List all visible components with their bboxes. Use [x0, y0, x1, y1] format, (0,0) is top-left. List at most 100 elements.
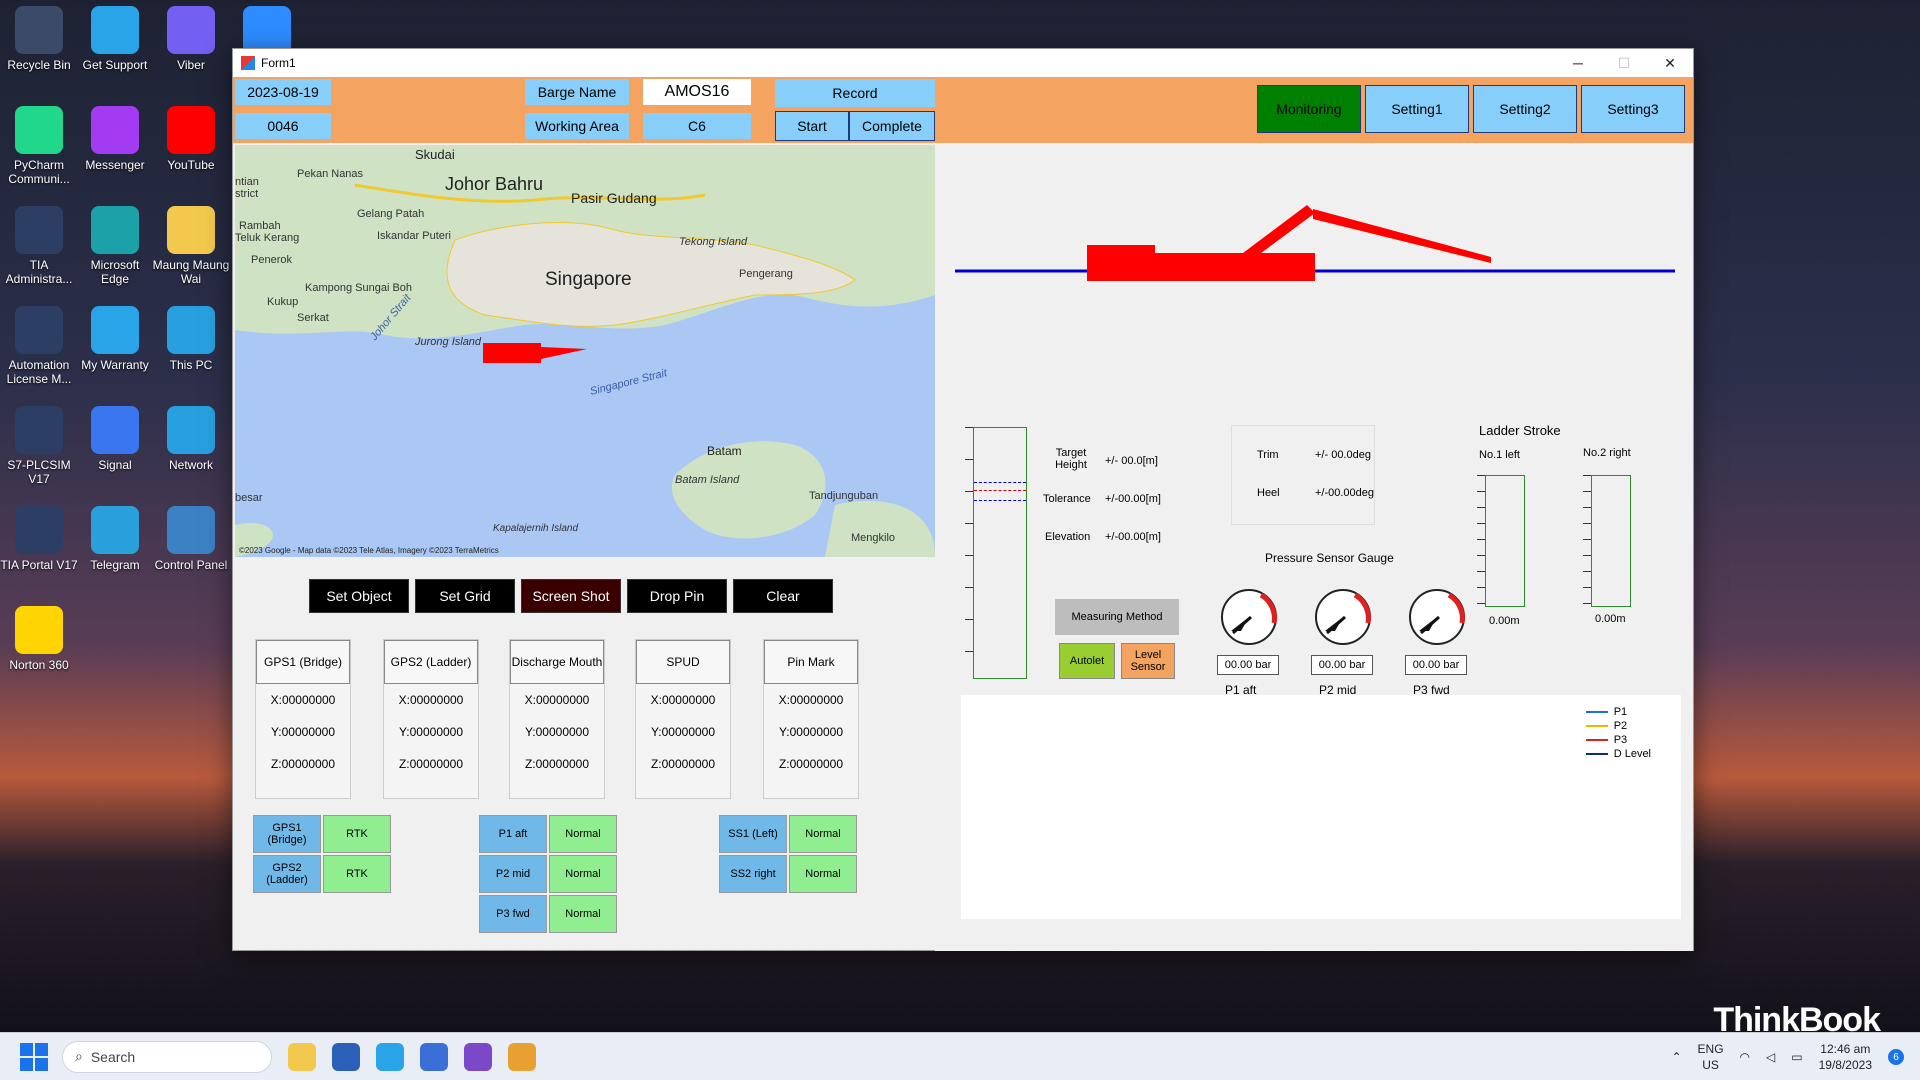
desktop-icon[interactable]: Network [152, 406, 230, 472]
language-indicator[interactable]: ENG US [1698, 1041, 1724, 1073]
svg-text:Tandjunguban: Tandjunguban [809, 490, 878, 502]
file-explorer-icon[interactable] [288, 1042, 316, 1071]
desktop-icon[interactable]: Telegram [76, 506, 154, 572]
legend-item: P3 [1585, 733, 1651, 747]
screen-shot-button[interactable]: Screen Shot [521, 579, 621, 613]
svg-text:Gelang Patah: Gelang Patah [357, 208, 424, 220]
svg-text:Kukup: Kukup [267, 296, 298, 308]
svg-text:Batam Island: Batam Island [675, 474, 740, 486]
set-grid-button[interactable]: Set Grid [415, 579, 515, 613]
barge-name-label: Barge Name [525, 79, 629, 105]
battery-icon[interactable]: ▭ [1791, 1050, 1802, 1064]
visual-studio-icon[interactable] [464, 1042, 492, 1071]
pressure-value: 00.00 bar [1405, 655, 1467, 675]
gps-box: Discharge Mouth X:00000000 Y:00000000 Z:000… [509, 639, 605, 799]
desktop-icon[interactable]: Control Panel [152, 506, 230, 572]
title-bar[interactable]: Form1 ─ ☐ ✕ [233, 49, 1693, 77]
map-view[interactable]: Skudai Pekan Nanas Johor Bahru Pasir Gud… [235, 145, 935, 557]
desktop-icon-label: Control Panel [154, 558, 228, 572]
app-launcher-icon[interactable] [420, 1042, 448, 1071]
target-height-label: Target Height [1055, 447, 1087, 471]
date-label: 19/8/2023 [1818, 1058, 1872, 1072]
desktop-icon[interactable]: YouTube [152, 106, 230, 172]
status-value: Normal [549, 815, 617, 853]
svg-text:Pengerang: Pengerang [739, 268, 793, 280]
status-name: P3 fwd [479, 895, 547, 933]
heel-value: +/-00.00deg [1315, 487, 1375, 499]
coord-y: Y:00000000 [398, 725, 464, 739]
tab-setting2[interactable]: Setting2 [1473, 85, 1577, 133]
tab-setting3[interactable]: Setting3 [1581, 85, 1685, 133]
svg-text:Rambah: Rambah [239, 220, 281, 232]
maximize-button[interactable]: ☐ [1601, 49, 1647, 77]
level-sensor-button[interactable]: Level Sensor [1121, 643, 1175, 679]
gps-box-title: SPUD [636, 640, 730, 684]
trim-heel-box [1231, 425, 1375, 525]
desktop-icon[interactable]: Viber [152, 6, 230, 72]
legend-swatch [1585, 711, 1608, 713]
tab-monitoring[interactable]: Monitoring [1257, 85, 1361, 133]
set-object-button[interactable]: Set Object [309, 579, 409, 613]
gps-box-title: GPS2 (Ladder) [384, 640, 478, 684]
coord-y: Y:00000000 [650, 725, 716, 739]
clear-button[interactable]: Clear [733, 579, 833, 613]
store-icon[interactable] [332, 1042, 360, 1071]
viber-icon [167, 6, 215, 54]
lenovo-vantage-icon[interactable] [376, 1042, 404, 1071]
level-ticks [965, 427, 973, 679]
taskbar-search[interactable]: ⌕ Search [62, 1040, 272, 1073]
working-area-value[interactable]: C6 [643, 113, 751, 139]
signal-icon [91, 406, 139, 454]
start-button[interactable]: Start [775, 111, 849, 141]
record-label: Record [775, 79, 935, 107]
desktop-icon[interactable]: PyCharm Communi... [0, 106, 78, 186]
barge-name-input[interactable]: AMOS16 [643, 79, 751, 105]
svg-text:Batam: Batam [707, 444, 742, 458]
desktop-icon-label: Maung Maung Wai [152, 258, 230, 286]
close-button[interactable]: ✕ [1647, 49, 1693, 77]
tab-setting1[interactable]: Setting1 [1365, 85, 1469, 133]
desktop-icon[interactable]: Norton 360 [0, 606, 78, 672]
elevation-label: Elevation [1045, 531, 1091, 543]
svg-text:Jurong Island: Jurong Island [414, 336, 482, 348]
date-field: 2023-08-19 [235, 79, 331, 105]
clock[interactable]: 12:46 am 19/8/2023 [1819, 1041, 1872, 1073]
desktop-icon-label: Telegram [90, 558, 140, 572]
desktop-icon[interactable]: Microsoft Edge [76, 206, 154, 286]
volume-icon[interactable]: ◁ [1766, 1050, 1775, 1064]
desktop-icon[interactable]: TIA Portal V17 [0, 506, 78, 572]
ladder-left-bar [1485, 475, 1525, 607]
svg-text:strict: strict [235, 188, 258, 200]
ladder-right-label: No.2 right [1583, 447, 1631, 459]
desktop-icon[interactable]: My Warranty [76, 306, 154, 372]
autolet-button[interactable]: Autolet [1059, 643, 1115, 679]
ladder-left-ticks [1477, 475, 1485, 607]
chevron-up-icon[interactable]: ⌃ [1671, 1050, 1681, 1064]
minimize-button[interactable]: ─ [1555, 49, 1601, 77]
form-app-icon[interactable] [508, 1042, 536, 1071]
svg-text:Pekan Nanas: Pekan Nanas [297, 168, 364, 180]
legend-swatch [1585, 739, 1608, 741]
notification-badge[interactable]: 6 [1888, 1049, 1904, 1065]
wifi-icon[interactable]: ◠ [1740, 1050, 1750, 1064]
legend-item: P2 [1585, 719, 1651, 733]
start-button[interactable] [20, 1042, 48, 1071]
ladder-right-bar [1591, 475, 1631, 607]
desktop-icon[interactable]: Automation License M... [0, 306, 78, 386]
working-area-label: Working Area [525, 113, 629, 139]
desktop-icon-label: Automation License M... [6, 358, 72, 386]
complete-button[interactable]: Complete [849, 111, 935, 141]
coord-x: X:00000000 [650, 693, 716, 707]
drop-pin-button[interactable]: Drop Pin [627, 579, 727, 613]
edge-icon [91, 206, 139, 254]
desktop-icon[interactable]: S7-PLCSIM V17 [0, 406, 78, 486]
desktop-icon[interactable]: Messenger [76, 106, 154, 172]
trim-value: +/- 00.0deg [1315, 449, 1371, 461]
desktop-icon[interactable]: Recycle Bin [0, 6, 78, 72]
desktop-icon-label: Network [168, 458, 213, 472]
desktop-icon[interactable]: TIA Administra... [0, 206, 78, 286]
desktop-icon[interactable]: Maung Maung Wai [152, 206, 230, 286]
desktop-icon[interactable]: Signal [76, 406, 154, 472]
desktop-icon[interactable]: This PC [152, 306, 230, 372]
desktop-icon[interactable]: Get Support [76, 6, 154, 72]
